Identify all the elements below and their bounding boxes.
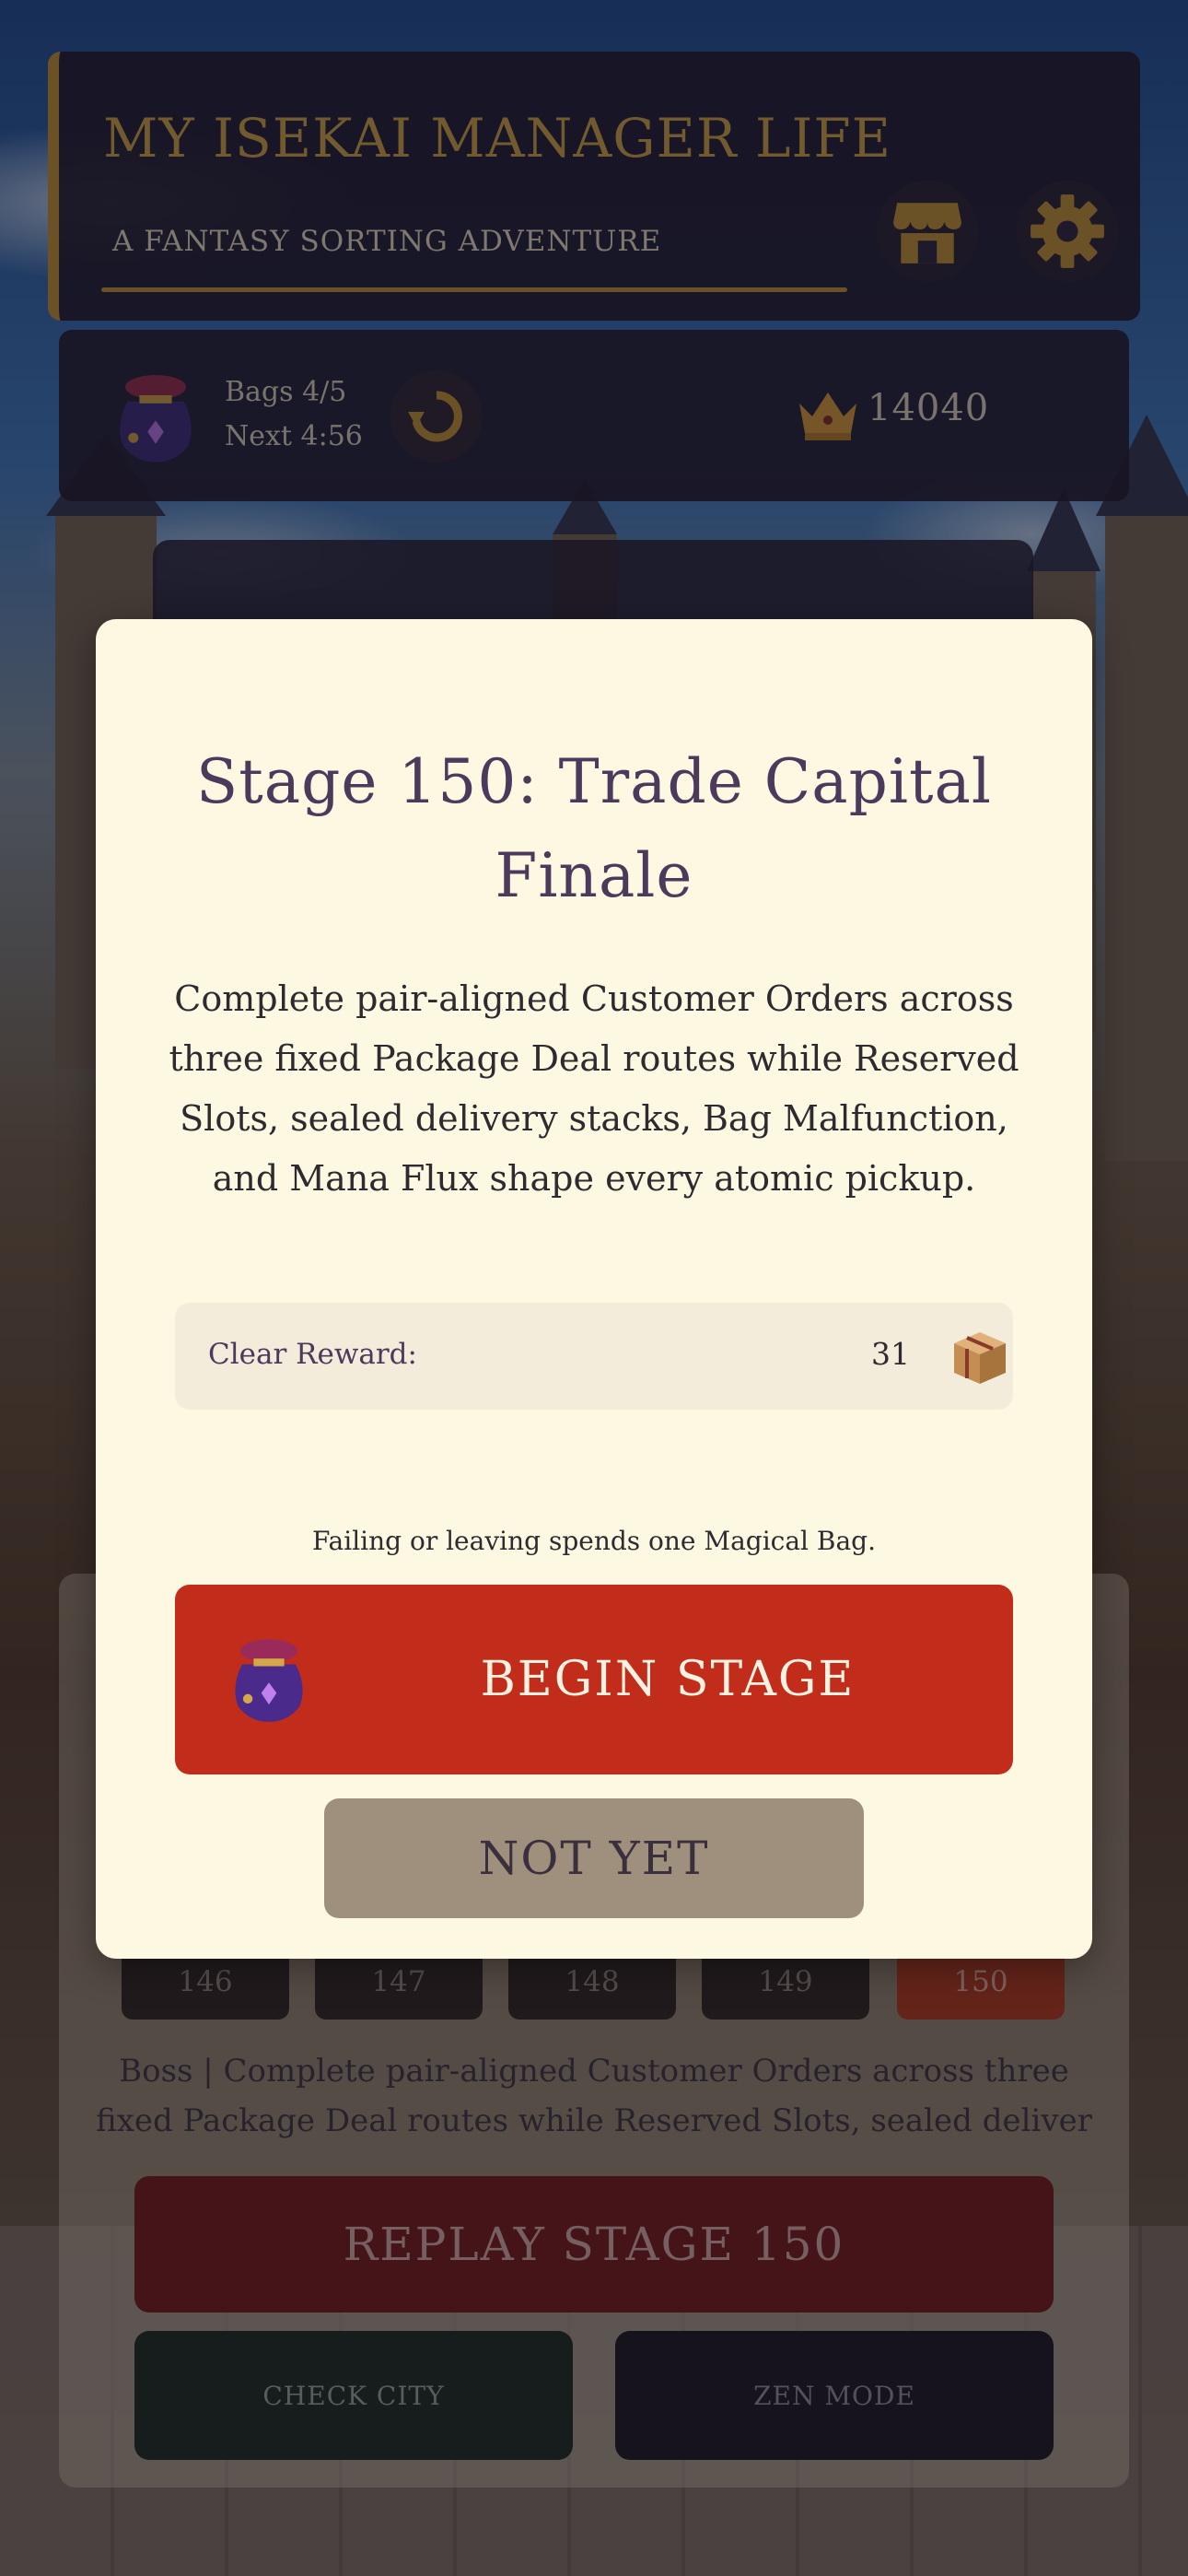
reward-value: 31 [871, 1336, 910, 1372]
begin-stage-button[interactable]: BEGIN STAGE [175, 1585, 1013, 1774]
package-icon [954, 1332, 1006, 1384]
clear-reward: Clear Reward: 31 [175, 1303, 1013, 1410]
stage-description: Complete pair-aligned Customer Orders ac… [169, 978, 1019, 1199]
bag-cost-warning: Failing or leaving spends one Magical Ba… [312, 1526, 876, 1556]
stage-start-dialog: Stage 150: Trade Capital Finale Complete… [96, 619, 1092, 1959]
not-yet-button[interactable]: NOT YET [324, 1798, 864, 1918]
begin-stage-label: BEGIN STAGE [480, 1652, 856, 1707]
magic-bag-icon [235, 1639, 303, 1722]
dialog-title: Stage 150: Trade Capital Finale [196, 746, 992, 911]
reward-label: Clear Reward: [208, 1338, 417, 1371]
